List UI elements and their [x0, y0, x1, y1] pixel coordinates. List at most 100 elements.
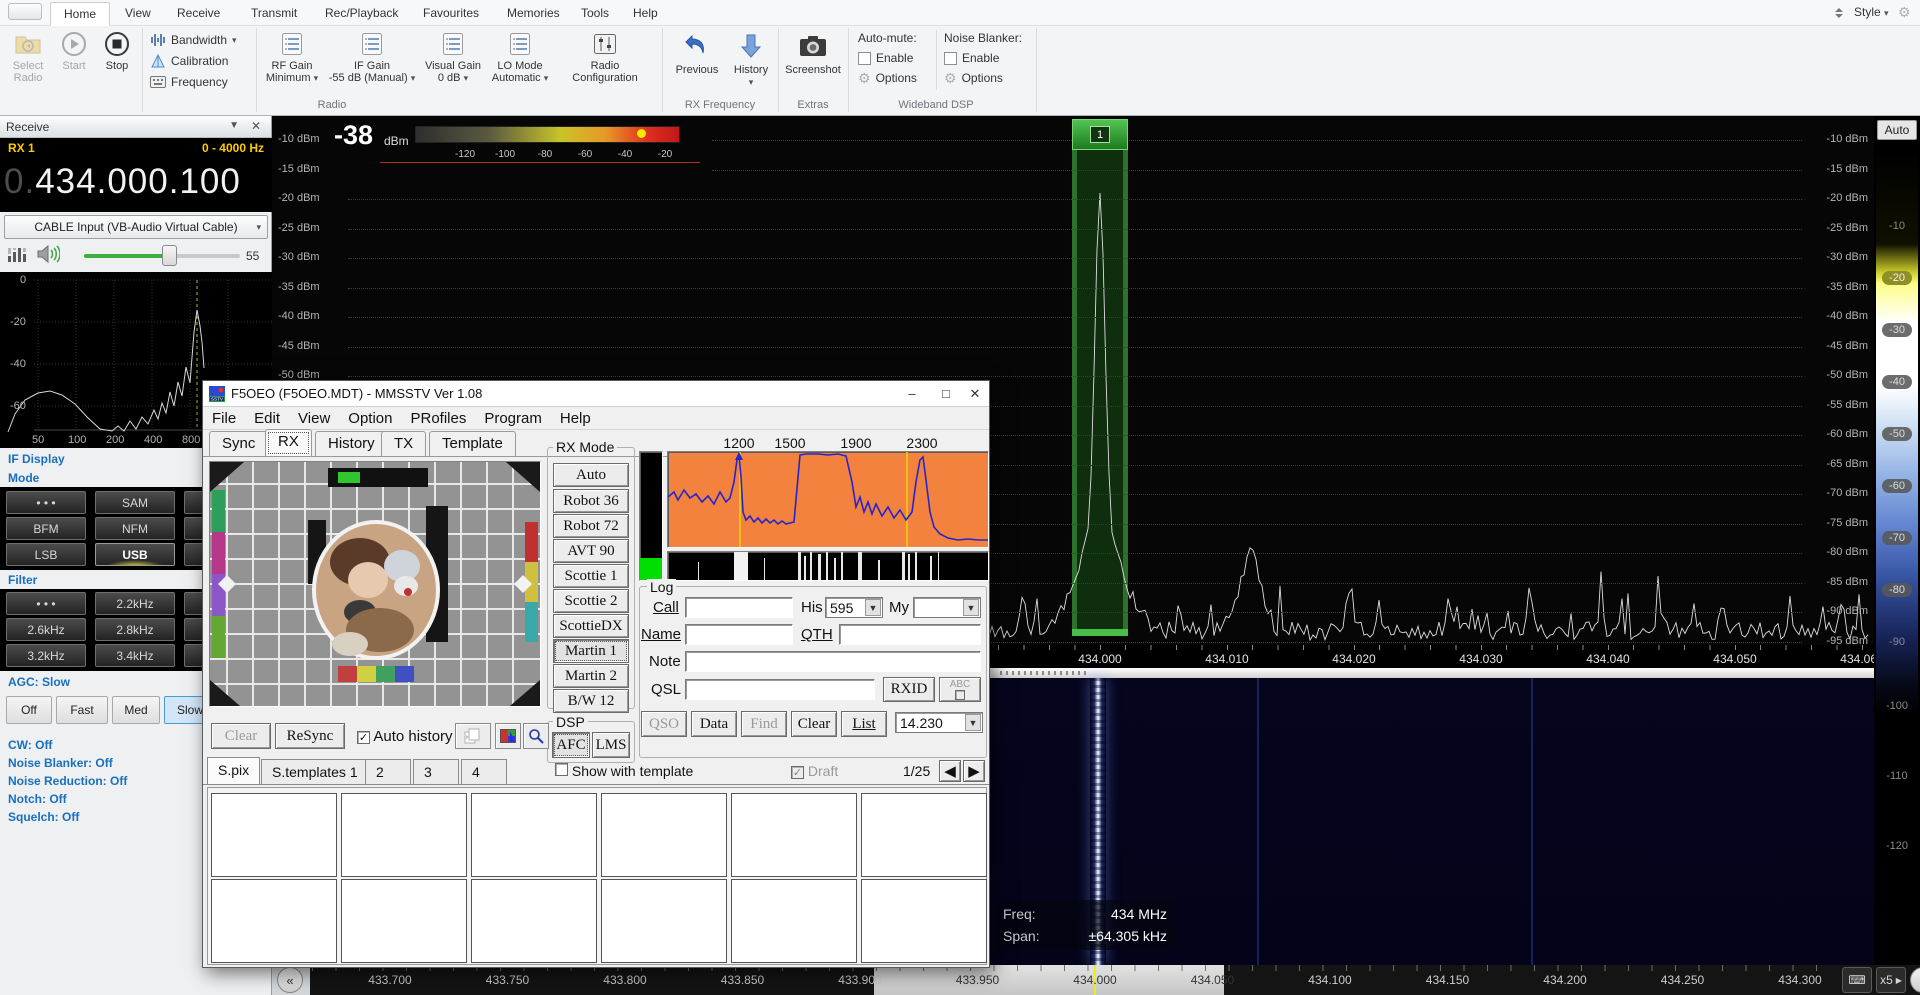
status-squelch[interactable]: Squelch: Off	[8, 810, 79, 824]
menu-profiles[interactable]: PRofiles	[401, 410, 475, 427]
qso-button[interactable]: QSO	[641, 711, 687, 737]
select-radio-button[interactable]: Select Radio	[4, 28, 52, 84]
mode-lsb-button[interactable]: LSB	[6, 543, 86, 566]
his-select[interactable]: 595▼	[825, 597, 883, 618]
tab-3[interactable]: 3	[413, 759, 459, 784]
agc-med-button[interactable]: Med	[112, 696, 160, 724]
shift-left-button[interactable]: «	[277, 967, 303, 993]
frequency-readout[interactable]: 0.434.000.100	[4, 162, 241, 202]
find-button[interactable]: Find	[741, 711, 787, 737]
collapse-ribbon-icon[interactable]	[1832, 6, 1846, 20]
tab-stemplates1[interactable]: S.templates 1	[261, 759, 369, 784]
lms-button[interactable]: LMS	[592, 732, 630, 758]
band-label[interactable]: 433.800	[580, 973, 670, 987]
palette-label[interactable]: -70	[1874, 532, 1920, 544]
tab-receive[interactable]: Receive	[164, 2, 233, 26]
abc-decode-button[interactable]: ABC	[939, 677, 981, 702]
audio-device-select[interactable]: CABLE Input (VB-Audio Virtual Cable)▾	[4, 215, 268, 239]
prev-page-button[interactable]: ◀	[939, 760, 961, 782]
filter-34-button[interactable]: 3.4kHz	[95, 644, 175, 667]
thumbnail-slot[interactable]	[211, 793, 337, 877]
palette-label[interactable]: -60	[1874, 480, 1920, 492]
thumbnail-slot[interactable]	[861, 879, 987, 963]
next-page-button[interactable]: ▶	[963, 760, 985, 782]
sstv-received-image[interactable]	[209, 461, 541, 707]
speaker-icon[interactable]	[36, 244, 60, 264]
tab-2[interactable]: 2	[365, 759, 411, 784]
settings-gear-icon[interactable]: ⚙	[1898, 4, 1911, 21]
palette-label[interactable]: -90	[1874, 636, 1920, 648]
tab-favourites[interactable]: Favourites	[410, 2, 492, 26]
sstv-spectrum[interactable]	[667, 451, 989, 548]
stop-button[interactable]: Stop	[96, 28, 138, 72]
thumbnail-slot[interactable]	[211, 879, 337, 963]
menu-edit[interactable]: Edit	[245, 410, 289, 427]
band-label[interactable]: 434.050	[1168, 973, 1258, 987]
palette-label[interactable]: -50	[1874, 428, 1920, 440]
draft-checkbox[interactable]: ✓ Draft	[791, 763, 838, 779]
auto-history-checkbox[interactable]: ✓ Auto history	[357, 728, 453, 745]
frequency-history-button[interactable]: History▾	[728, 28, 774, 88]
tab-transmit[interactable]: Transmit	[238, 2, 310, 26]
tab-view[interactable]: View	[112, 2, 164, 26]
tab-spix[interactable]: S.pix	[207, 757, 260, 785]
noise-blanker-enable-checkbox[interactable]: Enable	[944, 48, 999, 68]
tab-help[interactable]: Help	[620, 2, 671, 26]
rxmode-martin1-button[interactable]: Martin 1	[553, 639, 629, 663]
lo-mode-button[interactable]: LO ModeAutomatic ▾	[488, 28, 552, 84]
mode-bfm-button[interactable]: BFM	[6, 517, 86, 540]
band-label[interactable]: 433.750	[463, 973, 553, 987]
palette-label[interactable]: -80	[1874, 584, 1920, 596]
calibration-button[interactable]: Calibration	[150, 51, 228, 71]
band-label[interactable]: 434.250	[1638, 973, 1728, 987]
mode-nfm-button[interactable]: NFM	[95, 517, 175, 540]
palette-label[interactable]: -20	[1874, 272, 1920, 284]
rxmode-scottie1-button[interactable]: Scottie 1	[553, 564, 629, 588]
rf-gain-button[interactable]: RF GainMinimum ▾	[260, 28, 324, 84]
automute-enable-checkbox[interactable]: Enable	[858, 48, 913, 68]
bandwidth-button[interactable]: Bandwidth▾	[150, 30, 237, 50]
palette-label[interactable]: -30	[1874, 324, 1920, 336]
filter-28-button[interactable]: 2.8kHz	[95, 618, 175, 641]
band-label[interactable]: 433.850	[698, 973, 788, 987]
maximize-button[interactable]: □	[931, 381, 961, 406]
band-label[interactable]: 434.150	[1403, 973, 1493, 987]
menu-program[interactable]: Program	[475, 410, 551, 427]
clear-image-button[interactable]: Clear	[211, 723, 271, 749]
if-gain-button[interactable]: IF Gain-55 dB (Manual) ▾	[326, 28, 418, 84]
chevron-down-icon[interactable]: ▼	[865, 599, 881, 616]
thumbnail-slot[interactable]	[731, 879, 857, 963]
clear-log-button[interactable]: Clear	[791, 711, 837, 737]
filter-32-button[interactable]: 3.2kHz	[6, 644, 86, 667]
close-button[interactable]: ✕	[960, 381, 990, 406]
noise-blanker-options-button[interactable]: ⚙Options	[944, 68, 1003, 88]
keyboard-entry-button[interactable]: ⌨	[1842, 967, 1872, 993]
data-button[interactable]: Data	[691, 711, 737, 737]
status-cw[interactable]: CW: Off	[8, 738, 52, 752]
automute-options-button[interactable]: ⚙Options	[858, 68, 917, 88]
thumbnail-slot[interactable]	[471, 879, 597, 963]
thumbnail-slot[interactable]	[601, 879, 727, 963]
visual-gain-button[interactable]: Visual Gain0 dB ▾	[420, 28, 486, 84]
screenshot-button[interactable]: Screenshot	[782, 28, 844, 76]
thumbnail-slot[interactable]	[341, 879, 467, 963]
thumbnail-slot[interactable]	[731, 793, 857, 877]
rxmode-bw12-button[interactable]: B/W 12	[553, 689, 629, 713]
agc-off-button[interactable]: Off	[6, 696, 52, 724]
call-input[interactable]	[685, 597, 793, 618]
thumbnail-slot[interactable]	[341, 793, 467, 877]
filter-dots-button[interactable]: • • •	[6, 592, 86, 615]
rxid-button[interactable]: RXID	[883, 677, 935, 702]
resync-button[interactable]: ReSync	[275, 723, 345, 749]
tab-rx[interactable]: RX	[265, 429, 312, 457]
start-button[interactable]: Start	[54, 28, 94, 72]
tab-tx[interactable]: TX	[381, 431, 426, 456]
tab-template[interactable]: Template	[429, 431, 516, 456]
note-input[interactable]	[685, 651, 981, 672]
mode-dots-button[interactable]: • • •	[6, 491, 86, 514]
agc-fast-button[interactable]: Fast	[56, 696, 108, 724]
tab-sync[interactable]: Sync	[209, 431, 268, 456]
band-label[interactable]: 434.000	[1050, 973, 1140, 987]
filter-22-button[interactable]: 2.2kHz	[95, 592, 175, 615]
palette-label[interactable]: -40	[1874, 376, 1920, 388]
